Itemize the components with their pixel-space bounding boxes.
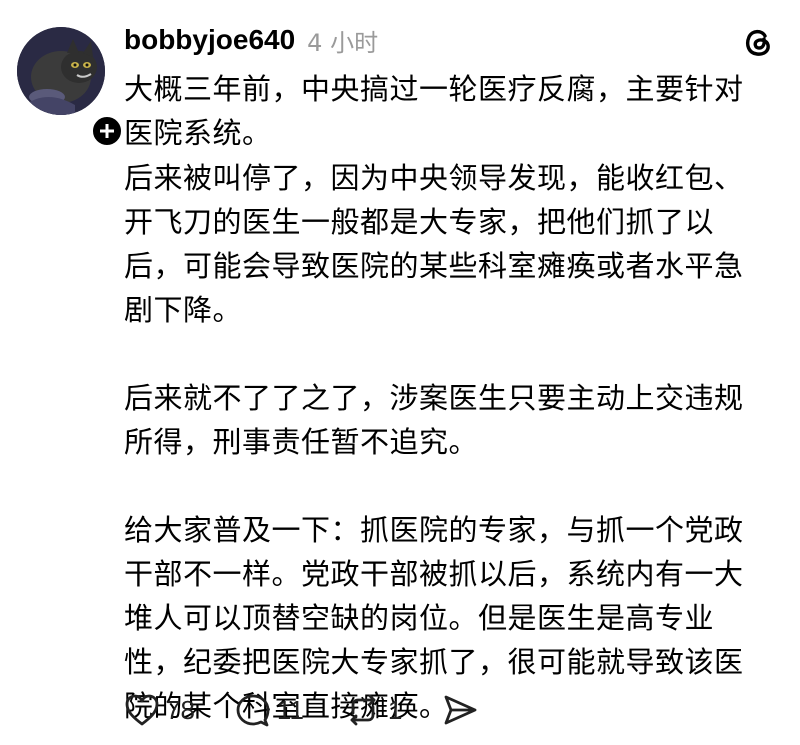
post-timestamp: 4 小时: [307, 28, 379, 57]
username-link[interactable]: bobbyjoe640: [124, 24, 295, 56]
share-button[interactable]: [442, 693, 478, 727]
follow-button[interactable]: [89, 113, 125, 149]
avatar-container: [17, 27, 125, 149]
threads-logo-icon[interactable]: [740, 24, 776, 60]
repost-button[interactable]: 1: [344, 693, 402, 727]
post-paragraph: 后来被叫停了，因为中央领导发现，能收红包、 开飞刀的医生一般都是大专家，把他们抓…: [124, 161, 744, 327]
post-header: bobbyjoe640 4 小时: [124, 18, 378, 62]
like-button[interactable]: 78: [124, 693, 195, 727]
thread-post: bobbyjoe640 4 小时 大概三年前，中央搞过一轮医疗反腐，主要针对 医…: [0, 0, 800, 745]
repost-arrows-icon: [350, 694, 376, 726]
like-count: 78: [166, 694, 195, 725]
post-actions: 78 11 1: [124, 688, 518, 732]
post-paragraph: 后来就不了了之了，涉案医生只要主动上交违规 所得，刑事责任暂不追究。: [124, 381, 744, 459]
heart-icon: [125, 694, 159, 726]
reply-count: 11: [276, 694, 304, 725]
send-icon: [444, 695, 477, 725]
post-paragraph: 大概三年前，中央搞过一轮医疗反腐，主要针对 医院系统。: [124, 72, 744, 150]
plus-icon: [100, 124, 114, 138]
comment-bubble-icon: [236, 694, 270, 727]
cartoon-cat-avatar-icon: [17, 27, 105, 115]
repost-count: 1: [387, 694, 403, 725]
avatar[interactable]: [17, 27, 105, 115]
reply-button[interactable]: 11: [235, 693, 304, 727]
post-body: 大概三年前，中央搞过一轮医疗反腐，主要针对 医院系统。 后来被叫停了，因为中央领…: [124, 67, 784, 728]
